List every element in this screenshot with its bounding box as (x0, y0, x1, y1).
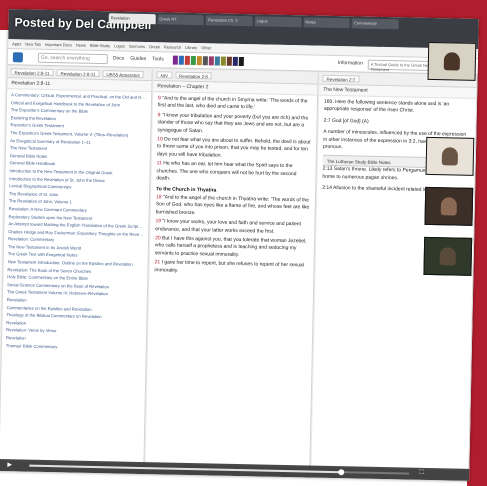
panel-tab[interactable]: UBS5 Apparatus (102, 70, 144, 78)
bible-text: 8 "And to the angel of the church in Smy… (149, 92, 317, 282)
verse: 20 But I have this against you, that you… (155, 235, 309, 260)
browser-tab-strip: Revelation Greek NT Revelation Ch. 2 Logos N… (108, 13, 399, 31)
bookmark-link[interactable]: Research (164, 44, 181, 49)
bookmark-link[interactable]: Important Docs (45, 42, 72, 48)
panel-tab[interactable]: Revelation 2:7 (322, 74, 360, 83)
bookmark-link[interactable]: Bible Study (90, 43, 110, 48)
highlight-swatch[interactable] (232, 56, 238, 66)
highlight-swatches (172, 55, 244, 67)
bookmark-link[interactable]: Logos (114, 43, 125, 48)
verse-text: But I have this against you, that you to… (154, 235, 307, 258)
commentary-list-item[interactable]: Thomas' Bible Commentary (6, 342, 142, 352)
verse-number: 10 (157, 136, 163, 143)
toolbar-menu-item[interactable]: Guides (130, 56, 146, 62)
panel-tab[interactable]: Revelation 2:8 (174, 71, 212, 80)
verse-number: 8 (157, 95, 161, 102)
seek-handle[interactable] (337, 469, 344, 476)
participant-video[interactable] (425, 136, 475, 176)
person-icon (441, 147, 459, 166)
verse-text: "I know your works, your love and faith … (155, 218, 301, 235)
seek-progress (29, 464, 341, 474)
highlight-swatch[interactable] (220, 56, 226, 66)
person-icon (439, 247, 456, 266)
panel-tab[interactable]: Revelation 2:8-11 (10, 68, 54, 77)
verse-text: I gave her time to repent, but she refus… (154, 259, 304, 274)
highlight-swatch[interactable] (196, 56, 202, 66)
play-icon[interactable]: ▶ (7, 461, 12, 468)
verse-text: Do not fear what you are about to suffer… (156, 136, 311, 159)
information-button[interactable]: Information (338, 60, 363, 67)
bookmark-link[interactable]: News (76, 43, 86, 48)
highlight-swatch[interactable] (184, 55, 190, 65)
screen-frame: Posted by Del Campbell Revelation Greek N… (0, 0, 487, 486)
tool-menu: Docs Guides Tools (113, 55, 164, 62)
toolbar-menu-item[interactable]: Tools (152, 56, 164, 62)
highlight-swatch[interactable] (190, 55, 196, 66)
verse-text: "And to the angel of the church in Thyat… (155, 194, 310, 216)
bookmark-link[interactable]: Other (201, 45, 211, 50)
verse-number: 19 (155, 218, 162, 225)
home-icon[interactable] (12, 52, 23, 63)
verse: 11 He who has an ear, let him hear what … (156, 161, 310, 186)
browser-tab[interactable]: Commentary (351, 18, 399, 30)
browser-tab[interactable]: Notes (303, 17, 351, 29)
verse: 8 "And to the angel of the church in Smy… (158, 95, 312, 113)
bookmark-link[interactable]: Library (185, 45, 197, 50)
seek-bar[interactable] (29, 464, 410, 476)
verse-text: "And to the angel of the church in Smyrn… (157, 95, 308, 111)
verse: 19 "I know your works, your love and fai… (155, 218, 309, 236)
highlight-swatch[interactable] (172, 55, 178, 65)
verse: 21 I gave her time to repent, but she re… (154, 259, 308, 277)
verse-number: 11 (156, 160, 162, 167)
toolbar-menu-item[interactable]: Docs (113, 55, 125, 61)
verse-text: "I know your tribulation and your povert… (157, 112, 309, 134)
verse: 10 Do not fear what you are about to suf… (157, 136, 311, 161)
panel-tab[interactable]: NIV (156, 71, 173, 79)
video-participants (422, 41, 477, 333)
verse-number: 20 (155, 235, 161, 242)
participant-video[interactable] (423, 236, 473, 276)
verse-number: 18 (155, 194, 162, 201)
screenshot-window: Posted by Del Campbell Revelation Greek N… (0, 9, 479, 481)
browser-tab[interactable]: Revelation Ch. 2 (205, 15, 253, 27)
participant-video[interactable] (424, 186, 474, 226)
browser-tab[interactable]: Revelation (108, 13, 156, 25)
participant-video[interactable] (427, 41, 477, 81)
person-icon (440, 197, 458, 216)
commentary-list: A Commentary: Critical, Experimental, an… (2, 89, 151, 354)
highlight-swatch[interactable] (178, 55, 184, 65)
highlight-swatch[interactable] (214, 56, 220, 66)
bookmark-link[interactable]: Greek (149, 44, 160, 49)
panel-tab[interactable]: Revelation 2:8-11 (56, 69, 100, 78)
verse: 9 "I know your tribulation and your pove… (157, 112, 311, 137)
bookmark-link[interactable]: Sermons (129, 44, 145, 49)
highlight-swatch[interactable] (226, 56, 232, 66)
fullscreen-icon[interactable]: ⛶ (419, 470, 423, 477)
verse: 18 "And to the angel of the church in Th… (156, 194, 310, 219)
browser-tab[interactable]: Logos (254, 16, 302, 28)
verse-number: 9 (157, 112, 161, 119)
person-icon (443, 52, 461, 71)
highlight-swatch[interactable] (208, 56, 214, 66)
commentary-list-panel: Revelation 2:8-11 Revelation 2:8-11 UBS5 A… (0, 66, 153, 465)
search-input[interactable]: Go, search everything (37, 52, 108, 65)
bookmark-link[interactable]: Apps (12, 41, 21, 46)
browser-tab[interactable]: Greek NT (157, 14, 205, 26)
highlight-swatch[interactable] (238, 56, 244, 67)
verse-text: He who has an ear, let him hear what the… (156, 160, 297, 182)
verse-number: 21 (154, 259, 161, 266)
bookmark-link[interactable]: New Tab (25, 41, 41, 46)
highlight-swatch[interactable] (202, 56, 208, 66)
bible-text-panel: NIV Revelation 2:8 Revelation – Chapter 2… (145, 69, 319, 468)
